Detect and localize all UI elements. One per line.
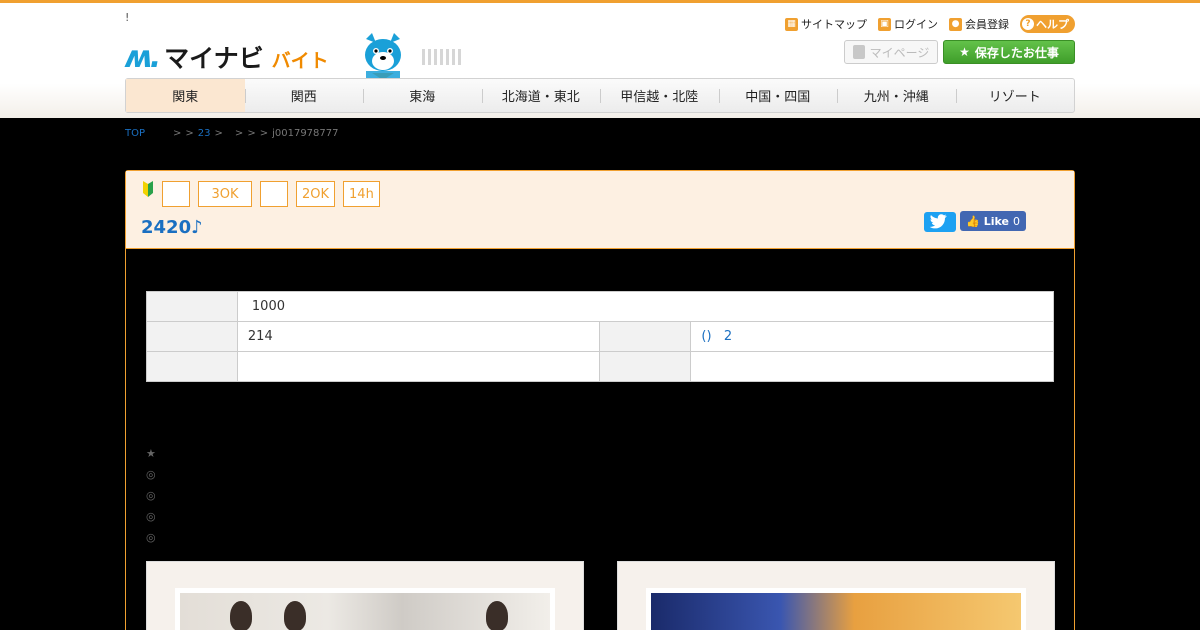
saved-jobs-button[interactable]: ★ 保存したお仕事	[943, 40, 1075, 64]
region-nav: 関東 関西 東海 北海道・東北 甲信越・北陸 中国・四国 九州・沖縄 リゾート	[125, 78, 1075, 113]
nav-item-resort[interactable]: リゾート	[955, 79, 1075, 112]
list-item: ◎	[146, 531, 156, 544]
breadcrumb-separator: >	[234, 128, 244, 139]
logo-sub: バイト	[271, 50, 329, 72]
facebook-like-button[interactable]: 👍 Like 0	[960, 211, 1026, 231]
breadcrumb-separator: >	[214, 128, 223, 139]
mascot-dog-icon	[365, 33, 401, 81]
login-link[interactable]: ▣ ログイン	[878, 15, 938, 33]
register-label: 会員登録	[965, 18, 1009, 31]
breadcrumb-area[interactable]: 23	[198, 128, 211, 139]
nav-item-koshinetsu-hokuriku[interactable]: 甲信越・北陸	[600, 79, 719, 112]
breadcrumb-top[interactable]: TOP	[125, 128, 145, 139]
breadcrumb-job-id: j0017978777	[272, 128, 339, 139]
nav-item-hokkaido-tohoku[interactable]: 北海道・東北	[481, 79, 601, 112]
breadcrumb-separator: >	[173, 128, 182, 139]
job-card: 3OK 2OK 14h 2420♪ 👍 Like 0 1000 214 () 2	[125, 170, 1075, 630]
nav-item-kyushu-okinawa[interactable]: 九州・沖縄	[837, 79, 956, 112]
breadcrumb-separator: >	[247, 128, 256, 139]
breadcrumb: TOP > > 23 > > > > j0017978777	[125, 128, 339, 139]
twitter-share-icon[interactable]	[924, 212, 956, 232]
job-info-table: 1000 214 () 2	[146, 291, 1055, 382]
photo-frame	[646, 588, 1026, 630]
star-icon: ★	[959, 45, 970, 59]
table-value: 214	[236, 321, 601, 352]
nav-item-kanto[interactable]: 関東	[126, 79, 245, 112]
saved-jobs-label: 保存したお仕事	[974, 45, 1059, 60]
job-points-list: ★ ◎ ◎ ◎ ◎	[146, 443, 156, 548]
list-item: ◎	[146, 468, 156, 481]
table-row	[146, 351, 1054, 382]
table-label	[599, 351, 692, 382]
photo-panel	[146, 561, 584, 630]
sitemap-link[interactable]: ▦ サイトマップ	[785, 15, 867, 33]
mypage-button[interactable]: マイページ	[844, 40, 938, 64]
help-icon: ?	[1022, 18, 1034, 30]
job-tag	[260, 181, 288, 207]
table-row: 1000	[146, 291, 1055, 322]
sitemap-label: サイトマップ	[801, 18, 867, 31]
site-header: ! ʍ. マイナビ バイト ▦ サイトマップ ▣ ログイン ● 会員登録 ? ヘ…	[0, 0, 1200, 118]
help-button[interactable]: ? ヘルプ	[1020, 15, 1075, 33]
table-value: 1000	[236, 291, 1055, 322]
job-tag: 2OK	[296, 181, 336, 207]
store-interior-photo	[651, 593, 1021, 630]
table-row: 214 () 2	[146, 321, 1054, 352]
breadcrumb-separator: >	[185, 128, 194, 139]
photo-frame	[175, 588, 555, 630]
fb-like-count: 0	[1012, 214, 1020, 228]
help-label: ヘルプ	[1036, 18, 1069, 31]
list-item: ◎	[146, 510, 156, 523]
job-title: 2420♪	[141, 217, 203, 238]
lock-icon: ▣	[878, 17, 891, 31]
table-label	[599, 321, 692, 352]
list-item: ◎	[146, 489, 156, 502]
table-value-link[interactable]: () 2	[690, 321, 1054, 352]
table-label	[146, 321, 238, 352]
staff-photo	[180, 593, 550, 630]
header-tagline: !	[125, 11, 130, 24]
list-item: ★	[146, 447, 156, 460]
breadcrumb-separator: >	[259, 128, 269, 139]
photo-panel	[617, 561, 1055, 630]
job-tag: 14h	[343, 181, 380, 207]
nav-item-tokai[interactable]: 東海	[363, 79, 482, 112]
thumbs-up-icon: 👍	[966, 214, 980, 228]
person-icon	[852, 45, 865, 59]
job-card-header: 3OK 2OK 14h 2420♪ 👍 Like 0	[126, 171, 1074, 249]
mypage-label: マイページ	[869, 45, 930, 60]
fb-like-label: Like	[983, 214, 1009, 228]
job-tag	[162, 181, 190, 207]
utility-links: ▦ サイトマップ ▣ ログイン ● 会員登録 ? ヘルプ	[785, 15, 1075, 33]
logo-name: マイナビ	[164, 44, 264, 73]
nav-item-kansai[interactable]: 関西	[244, 79, 364, 112]
job-tags: 3OK 2OK 14h	[162, 181, 380, 207]
site-logo[interactable]: ʍ. マイナビ バイト	[125, 39, 329, 75]
beginner-mark-icon	[143, 181, 153, 197]
register-link[interactable]: ● 会員登録	[949, 15, 1009, 33]
table-value	[236, 351, 601, 382]
table-value	[690, 351, 1054, 382]
user-register-icon: ●	[949, 17, 962, 31]
login-label: ログイン	[894, 18, 938, 31]
sitemap-icon: ▦	[785, 17, 798, 31]
table-label	[146, 351, 238, 382]
job-tag: 3OK	[198, 181, 252, 207]
table-label	[146, 291, 238, 322]
nav-item-chugoku-shikoku[interactable]: 中国・四国	[718, 79, 838, 112]
logo-mark: ʍ.	[125, 40, 161, 75]
decorative-stripes	[422, 49, 462, 65]
